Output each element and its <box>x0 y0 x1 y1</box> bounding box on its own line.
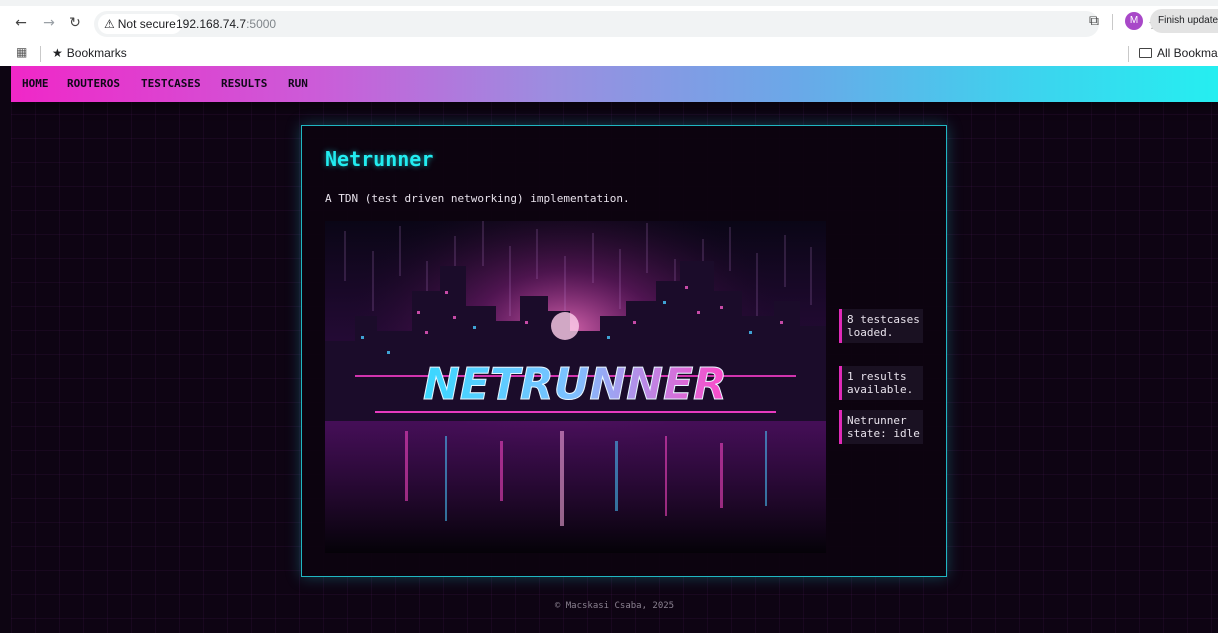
nav-routeros[interactable]: ROUTEROS <box>67 66 120 102</box>
main-card: Netrunner A TDN (test driven networking)… <box>301 125 947 577</box>
back-icon[interactable]: ← <box>10 12 32 34</box>
page-subtitle: A TDN (test driven networking) implement… <box>325 192 630 205</box>
bookmarks-bar: ▦ ★Bookmarks All Bookmarks <box>0 42 1218 66</box>
hero-logo-text: NETRUNNER <box>423 359 727 410</box>
forward-icon[interactable]: → <box>38 12 60 34</box>
nav-testcases[interactable]: TESTCASES <box>141 66 201 102</box>
nav-run[interactable]: RUN <box>288 66 308 102</box>
security-label: Not secure <box>117 17 176 31</box>
hero-image: NETRUNNER <box>325 221 826 553</box>
all-bookmarks-label: All Bookmarks <box>1157 46 1218 60</box>
page-title: Netrunner <box>325 147 434 171</box>
browser-chrome: ← → ↻ ⚠Not secure 192.168.74.7:5000 ☆ ⧉ … <box>0 0 1218 66</box>
tab-strip <box>0 0 1218 6</box>
security-chip[interactable]: ⚠ Not secure <box>98 14 182 34</box>
url-host: 192.168.74.7 <box>176 17 247 31</box>
nav-home[interactable]: HOME <box>22 66 49 102</box>
warning-icon: ⚠ <box>104 17 115 31</box>
toolbar-divider <box>1112 14 1113 30</box>
all-bookmarks-button[interactable]: All Bookmarks <box>1139 44 1218 62</box>
reload-icon[interactable]: ↻ <box>64 12 86 34</box>
extensions-icon[interactable]: ⧉ <box>1084 11 1104 31</box>
star-icon: ★ <box>52 46 63 60</box>
url-text: 192.168.74.7:5000 <box>176 11 276 37</box>
status-testcases: 8 testcases loaded. <box>839 309 923 343</box>
bookmarks-label: Bookmarks <box>66 46 127 60</box>
footer-copyright: © Macskasi Csaba, 2025 <box>554 601 675 611</box>
apps-grid-icon[interactable]: ▦ <box>16 45 30 59</box>
profile-avatar[interactable]: M <box>1125 12 1143 30</box>
top-navbar: HOME ROUTEROS TESTCASES RESULTS RUN <box>11 66 1218 102</box>
omnibox[interactable]: ⚠Not secure 192.168.74.7:5000 ☆ <box>94 11 1162 37</box>
status-state: Netrunner state: idle <box>839 410 923 444</box>
address-bar-row: ← → ↻ ⚠Not secure 192.168.74.7:5000 ☆ ⧉ … <box>0 8 1218 42</box>
netrunner-app: HOME ROUTEROS TESTCASES RESULTS RUN Netr… <box>11 66 1218 633</box>
bookmarks-divider <box>40 46 41 62</box>
nav-results[interactable]: RESULTS <box>221 66 267 102</box>
url-port: :5000 <box>246 17 277 31</box>
bookmarks-divider-right <box>1128 46 1129 62</box>
folder-icon <box>1139 48 1152 58</box>
bookmarks-folder[interactable]: ★ Bookmarks <box>52 44 127 62</box>
status-results: 1 results available. <box>839 366 923 400</box>
finish-update-button[interactable]: Finish update <box>1150 9 1218 33</box>
